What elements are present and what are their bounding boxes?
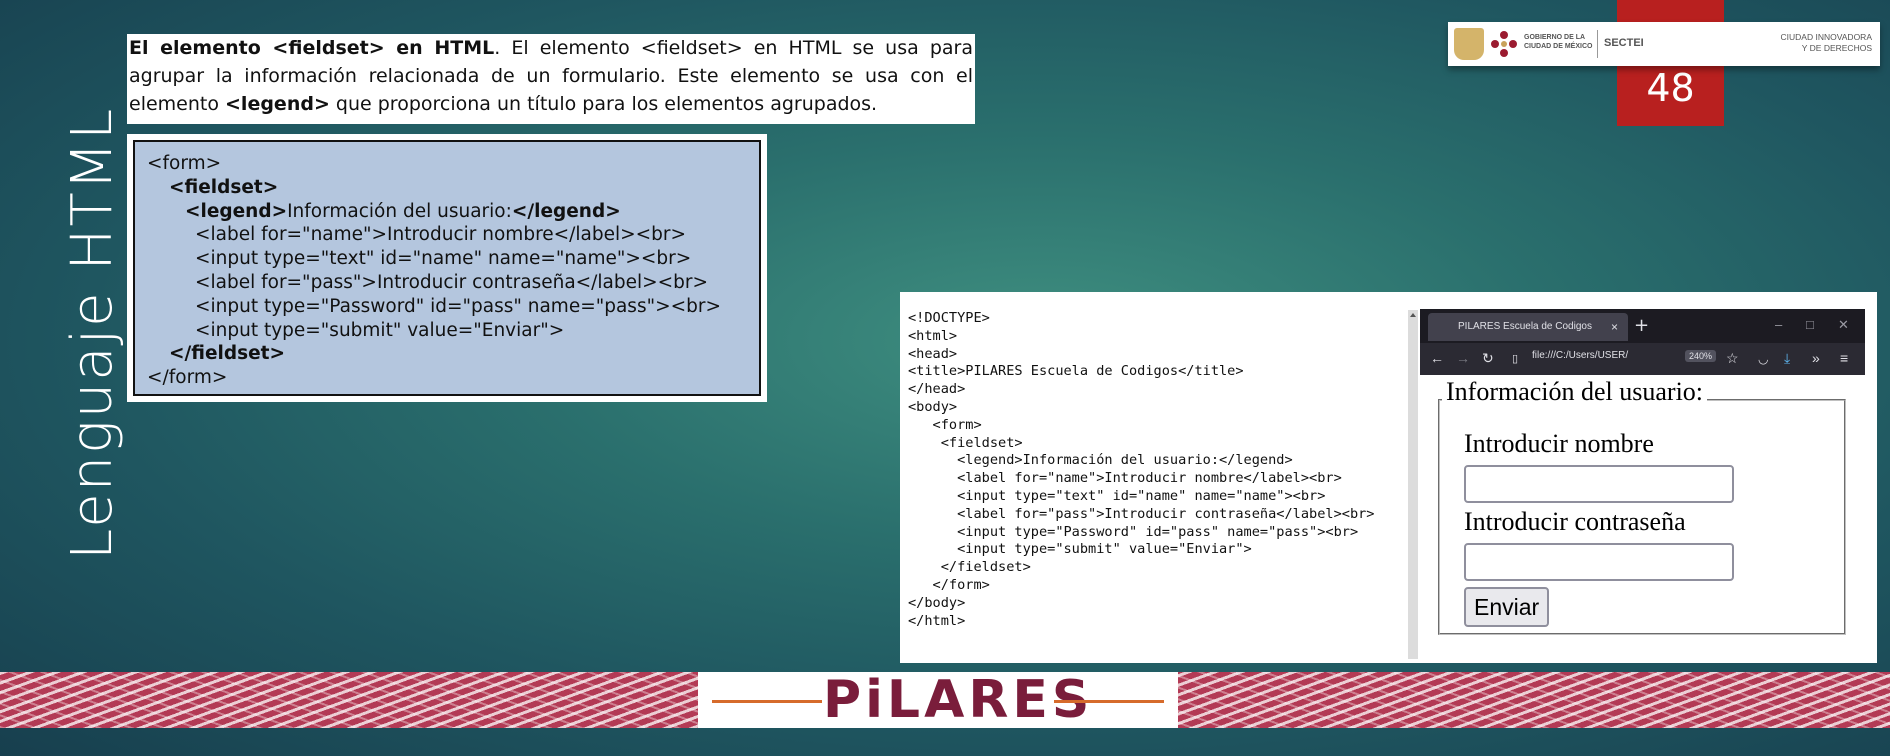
editor-line: </html> <box>908 612 966 629</box>
editor-line: <input type="text" id="name" name="name"… <box>908 487 1326 504</box>
editor-line: <legend>Información del usuario:</legend… <box>908 452 1293 469</box>
browser-window: PILARES Escuela de Codigos × + – □ ✕ ← →… <box>1420 309 1865 659</box>
code-line: <label for="name">Introducir nombre</lab… <box>195 224 686 246</box>
code-editor: <!DOCTYPE> <html> <head> <title>PILARES … <box>908 310 1408 655</box>
sectei-label: SECTEI <box>1604 37 1644 49</box>
tab-close-icon[interactable]: × <box>1611 313 1618 341</box>
code-example: <form> <fieldset> <legend>Información de… <box>133 140 761 396</box>
code-legend-open: <legend> <box>185 200 288 222</box>
name-label: Introducir nombre <box>1464 429 1654 458</box>
example-screenshot: <!DOCTYPE> <html> <head> <title>PILARES … <box>900 292 1877 663</box>
gov-line-1: GOBIERNO DE LA <box>1524 34 1586 41</box>
editor-line: <fieldset> <box>908 434 1023 451</box>
code-line: <input type="submit" value="Enviar"> <box>195 319 565 341</box>
logo-line-right <box>1054 700 1164 703</box>
scroll-up-arrow-icon[interactable] <box>1409 310 1417 320</box>
overflow-icon[interactable]: » <box>1812 350 1820 366</box>
editor-line: <head> <box>908 345 958 362</box>
editor-line: </fieldset> <box>908 559 1031 576</box>
intro-bold-legend: <legend> <box>225 93 330 115</box>
browser-tabbar: PILARES Escuela de Codigos × + – □ ✕ <box>1420 309 1865 343</box>
gov-text: GOBIERNO DE LA CIUDAD DE MÉXICO <box>1524 33 1592 51</box>
window-close-icon[interactable]: ✕ <box>1838 317 1849 333</box>
government-header: GOBIERNO DE LA CIUDAD DE MÉXICO SECTEI C… <box>1448 22 1880 66</box>
tab-title: PILARES Escuela de Codigos <box>1458 321 1592 332</box>
minimize-icon[interactable]: – <box>1775 317 1782 332</box>
intro-paragraph: El elemento <fieldset> en HTML. El eleme… <box>127 34 975 124</box>
pilares-logo: PiLARES <box>698 670 1178 730</box>
cdmx-flower-icon <box>1491 31 1517 57</box>
coat-of-arms-icon <box>1454 28 1484 60</box>
code-line: <input type="Password" id="pass" name="p… <box>195 295 721 317</box>
pilares-logo-text: PiLARES <box>823 670 1094 730</box>
menu-icon[interactable]: ≡ <box>1840 350 1848 366</box>
name-input[interactable] <box>1464 465 1734 503</box>
page-info-icon[interactable]: ▯ <box>1512 352 1518 365</box>
url-bar[interactable]: file:///C:/Users/USER/ <box>1532 350 1628 361</box>
gov-line-2: CIUDAD DE MÉXICO <box>1524 43 1593 50</box>
editor-line: <input type="submit" value="Enviar"> <box>908 541 1252 558</box>
editor-line: </form> <box>908 576 990 593</box>
editor-line: </head> <box>908 381 966 398</box>
header-divider <box>1597 30 1598 58</box>
pocket-icon[interactable]: ◡ <box>1758 352 1768 366</box>
logo-line-left <box>712 700 822 703</box>
editor-line: <label for="pass">Introducir contraseña<… <box>908 505 1375 522</box>
ciudad-slogan: CIUDAD INNOVADORA Y DE DERECHOS <box>1781 32 1872 54</box>
code-line: <legend>Información del usuario:</legend… <box>147 200 747 224</box>
browser-toolbar: ← → ↻ ▯ file:///C:/Users/USER/ 240% ☆ ◡ … <box>1420 343 1865 375</box>
ciudad-line-2: Y DE DERECHOS <box>1801 43 1872 53</box>
code-legend-text: Información del usuario: <box>287 200 512 222</box>
code-line: </fieldset> <box>169 343 286 365</box>
ciudad-line-1: CIUDAD INNOVADORA <box>1780 32 1872 42</box>
submit-button[interactable]: Enviar <box>1464 587 1550 627</box>
password-label: Introducir contraseña <box>1464 507 1686 536</box>
code-example-frame: <form> <fieldset> <legend>Información de… <box>127 134 767 402</box>
page-number: 48 <box>1646 66 1695 110</box>
password-input[interactable] <box>1464 543 1734 581</box>
back-icon[interactable]: ← <box>1430 350 1444 366</box>
bookmark-star-icon[interactable]: ☆ <box>1726 350 1739 367</box>
intro-text-2: que proporciona un título para los eleme… <box>329 93 878 115</box>
new-tab-icon[interactable]: + <box>1634 315 1649 336</box>
browser-tab[interactable]: PILARES Escuela de Codigos × <box>1428 313 1628 341</box>
code-line: <fieldset> <box>169 176 279 198</box>
code-legend-close: </legend> <box>511 200 621 222</box>
code-line: </form> <box>147 367 228 389</box>
editor-line: <!DOCTYPE> <box>908 310 990 326</box>
code-line: <form> <box>147 153 222 174</box>
maximize-icon[interactable]: □ <box>1806 317 1814 332</box>
forward-icon[interactable]: → <box>1456 350 1470 366</box>
editor-line: <html> <box>908 327 958 344</box>
editor-scrollbar[interactable] <box>1408 310 1418 659</box>
intro-bold-title: El elemento <fieldset> en HTML <box>129 37 495 59</box>
reload-icon[interactable]: ↻ <box>1482 350 1494 367</box>
zoom-badge[interactable]: 240% <box>1685 350 1717 362</box>
code-line: <label for="pass">Introducir contraseña<… <box>195 271 708 293</box>
editor-line: <label for="name">Introducir nombre</lab… <box>908 470 1342 487</box>
editor-line: </body> <box>908 594 966 611</box>
editor-line: <title>PILARES Escuela de Codigos</title… <box>908 363 1244 380</box>
download-icon[interactable]: ⤓ <box>1784 350 1790 367</box>
code-line: <input type="text" id="name" name="name"… <box>195 248 692 270</box>
fieldset-legend: Información del usuario: <box>1442 377 1708 407</box>
editor-line: <body> <box>908 398 958 415</box>
rendered-page: Información del usuario: Introducir nomb… <box>1420 375 1865 659</box>
editor-line: <input type="Password" id="pass" name="p… <box>908 523 1359 540</box>
editor-line: <form> <box>908 416 982 433</box>
